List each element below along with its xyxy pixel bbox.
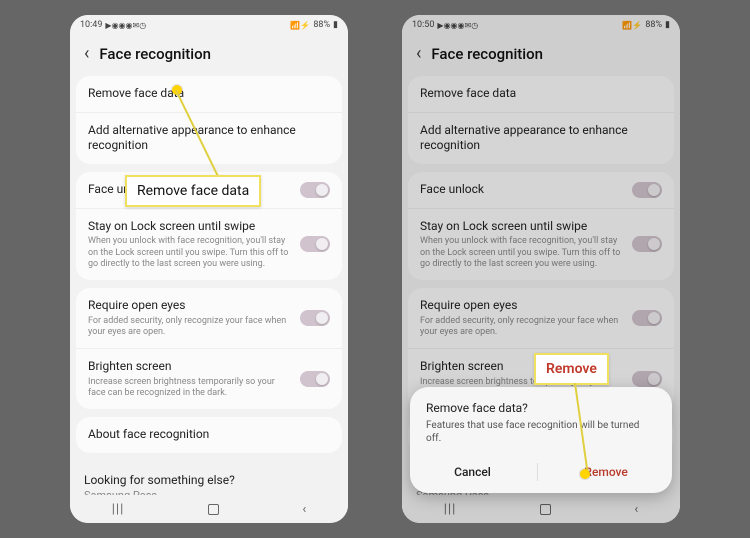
card-about: About face recognition [76,417,342,453]
page-header: ‹ Face recognition [402,35,680,76]
toggle-stay-lock[interactable] [632,236,662,252]
battery-percent: 88% [313,20,330,30]
dialog-separator [537,463,538,481]
label-add-alternative: Add alternative appearance to enhance re… [88,123,330,154]
label-face-unlock: Face unlock [420,182,624,198]
status-icons-right: 📶⚡ [622,21,642,30]
row-remove-face-data[interactable]: Remove face data [76,76,342,113]
label-looking: Looking for something else? [70,461,348,489]
label-about: About face recognition [88,427,330,443]
nav-bar: ||| ‹ [70,495,348,523]
back-icon[interactable]: ‹ [84,43,89,64]
status-bar: 10:50 ▶◉◉◉✉◷ 📶⚡ 88% ▮ [402,15,680,35]
sub-brighten: Increase screen brightness temporarily s… [88,377,292,400]
row-stay-lock[interactable]: Stay on Lock screen until swipe When you… [408,209,674,280]
label-require-eyes: Require open eyes [88,298,292,314]
nav-home-icon[interactable] [540,504,551,515]
toggle-require-eyes[interactable] [300,310,330,326]
nav-recent-icon[interactable]: ||| [112,502,125,517]
label-require-eyes: Require open eyes [420,298,624,314]
clock: 10:50 [412,20,434,30]
row-about[interactable]: About face recognition [76,417,342,453]
card-face-data: Remove face data Add alternative appeara… [408,76,674,164]
nav-recent-icon[interactable]: ||| [444,502,457,517]
toggle-brighten[interactable] [632,371,662,387]
row-brighten[interactable]: Brighten screen Increase screen brightne… [76,349,342,409]
card-options: Require open eyes For added security, on… [76,288,342,409]
row-remove-face-data[interactable]: Remove face data [408,76,674,113]
phone-screenshot-1: 10:49 ▶◉◉◉✉◷ 📶⚡ 88% ▮ ‹ Face recognition… [70,15,348,523]
page-title: Face recognition [431,45,543,63]
sub-require-eyes: For added security, only recognize your … [88,316,292,339]
page-title: Face recognition [99,45,211,63]
battery-icon: ▮ [333,20,338,30]
dialog-message: Features that use face recognition will … [426,419,656,445]
row-face-unlock[interactable]: Face unlock [408,172,674,209]
phone-screenshot-2: 10:50 ▶◉◉◉✉◷ 📶⚡ 88% ▮ ‹ Face recognition… [402,15,680,523]
row-require-eyes[interactable]: Require open eyes For added security, on… [76,288,342,349]
label-brighten: Brighten screen [88,359,292,375]
status-icons-left: ▶◉◉◉✉◷ [437,21,478,30]
label-remove-face-data: Remove face data [420,86,662,102]
nav-back-icon[interactable]: ‹ [634,502,638,517]
back-icon[interactable]: ‹ [416,43,421,64]
label-remove-face-data: Remove face data [88,86,330,102]
row-require-eyes[interactable]: Require open eyes For added security, on… [408,288,674,349]
card-face-data: Remove face data Add alternative appeara… [76,76,342,164]
nav-bar: ||| ‹ [402,495,680,523]
label-stay-lock: Stay on Lock screen until swipe [88,219,292,235]
clock: 10:49 [80,20,102,30]
confirm-dialog: Remove face data? Features that use face… [410,387,672,493]
toggle-face-unlock[interactable] [632,182,662,198]
callout-remove-face-data: Remove face data [125,175,261,207]
nav-back-icon[interactable]: ‹ [302,502,306,517]
row-stay-lock[interactable]: Stay on Lock screen until swipe When you… [76,209,342,280]
toggle-face-unlock[interactable] [300,182,330,198]
battery-percent: 88% [645,20,662,30]
toggle-brighten[interactable] [300,371,330,387]
page-header: ‹ Face recognition [70,35,348,76]
battery-icon: ▮ [665,20,670,30]
status-bar: 10:49 ▶◉◉◉✉◷ 📶⚡ 88% ▮ [70,15,348,35]
row-add-alternative[interactable]: Add alternative appearance to enhance re… [408,113,674,164]
section-looking: Looking for something else? Samsung Pass [70,461,348,495]
dialog-title: Remove face data? [426,401,656,415]
nav-home-icon[interactable] [208,504,219,515]
sub-require-eyes: For added security, only recognize your … [420,316,624,339]
sub-stay-lock: When you unlock with face recognition, y… [88,236,292,270]
sub-stay-lock: When you unlock with face recognition, y… [420,236,624,270]
cancel-button[interactable]: Cancel [444,459,501,485]
settings-content: Remove face data Add alternative appeara… [70,76,348,495]
label-add-alternative: Add alternative appearance to enhance re… [420,123,662,154]
card-face-unlock: Face unlock Stay on Lock screen until sw… [408,172,674,280]
callout-remove: Remove [534,353,609,385]
status-icons-left: ▶◉◉◉✉◷ [105,21,146,30]
highlight-dot [580,469,590,479]
toggle-stay-lock[interactable] [300,236,330,252]
status-icons-right: 📶⚡ [290,21,310,30]
dialog-actions: Cancel Remove [426,459,656,485]
toggle-require-eyes[interactable] [632,310,662,326]
label-stay-lock: Stay on Lock screen until swipe [420,219,624,235]
